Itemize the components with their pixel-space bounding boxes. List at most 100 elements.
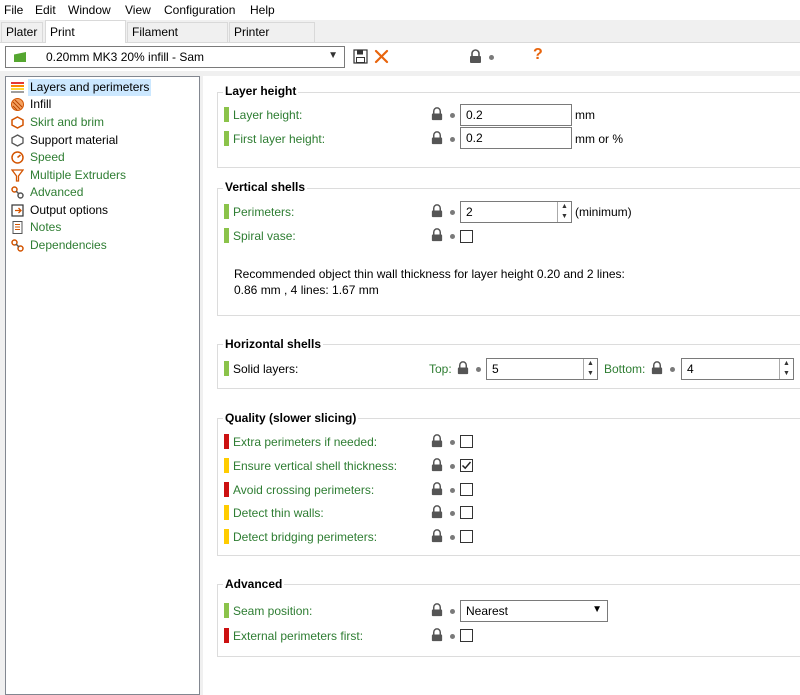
option-label-first-layer-height: First layer height: (233, 132, 326, 146)
wall-thickness-note-line2: 0.86 mm , 4 lines: 1.67 mm (234, 283, 379, 297)
menu-bar: File Edit Window View Configuration Help (0, 0, 800, 20)
spin-down-icon[interactable]: ▼ (558, 212, 571, 222)
menu-edit[interactable]: Edit (35, 3, 56, 17)
lock-icon[interactable] (430, 204, 444, 218)
extra-perimeters-checkbox[interactable] (460, 435, 473, 448)
nav-item-infill[interactable]: Infill (7, 96, 157, 113)
lock-icon[interactable] (430, 529, 444, 543)
bottom-label: Bottom: (604, 362, 646, 376)
nav-item-advanced[interactable]: Advanced (7, 184, 157, 201)
lock-icon[interactable] (430, 603, 444, 617)
perimeters-spinbox[interactable]: 2 ▲ ▼ (460, 201, 572, 223)
expert-mode-marker (224, 628, 229, 643)
tab-plater[interactable]: Plater (1, 22, 43, 43)
section-title: Advanced (223, 577, 285, 591)
output-icon (11, 204, 24, 217)
help-icon[interactable]: ? (533, 46, 543, 64)
detect-thin-walls-checkbox[interactable] (460, 506, 473, 519)
dot-icon (489, 55, 494, 60)
spin-down-icon[interactable]: ▼ (584, 369, 597, 379)
ensure-vertical-shell-checkbox[interactable] (460, 459, 473, 472)
dot-icon (670, 367, 675, 372)
save-icon[interactable] (353, 49, 368, 64)
lock-icon[interactable] (430, 458, 444, 472)
bottom-solid-layers-spinbox[interactable]: 4 ▲ ▼ (681, 358, 794, 380)
advanced-mode-marker (224, 505, 229, 520)
dot-icon (450, 535, 455, 540)
lock-icon[interactable] (430, 434, 444, 448)
menu-view[interactable]: View (125, 3, 151, 17)
nav-item-dependencies[interactable]: Dependencies (7, 237, 157, 254)
first-layer-height-input[interactable]: 0.2 (460, 127, 572, 149)
expert-mode-marker (224, 434, 229, 449)
preset-dropdown[interactable]: 0.20mm MK3 20% infill - Sam ▼ (5, 46, 345, 68)
wall-thickness-note-line1: Recommended object thin wall thickness f… (234, 267, 625, 281)
lock-icon[interactable] (650, 361, 664, 375)
layer-height-input[interactable]: 0.2 (460, 104, 572, 126)
external-perimeters-first-checkbox[interactable] (460, 629, 473, 642)
tab-print-settings[interactable]: Print Settings (45, 20, 126, 62)
nav-item-multiple-extruders[interactable]: Multiple Extruders (7, 167, 157, 184)
lock-icon[interactable] (430, 505, 444, 519)
preset-name: 0.20mm MK3 20% infill - Sam (46, 50, 205, 64)
simple-mode-marker (224, 204, 229, 219)
advanced-mode-marker (224, 529, 229, 544)
nav-item-speed[interactable]: Speed (7, 149, 157, 166)
spin-buttons[interactable]: ▲ ▼ (583, 359, 597, 379)
menu-window[interactable]: Window (68, 3, 111, 17)
lock-icon[interactable] (456, 361, 470, 375)
advanced-mode-marker (224, 458, 229, 473)
dot-icon (450, 234, 455, 239)
detect-bridging-checkbox[interactable] (460, 530, 473, 543)
spiral-vase-checkbox[interactable] (460, 230, 473, 243)
dot-icon (476, 367, 481, 372)
nav-item-notes[interactable]: Notes (7, 219, 157, 236)
lock-icon[interactable] (430, 628, 444, 642)
funnel-icon (11, 169, 24, 182)
option-label-avoid-crossing-perimeters: Avoid crossing perimeters: (233, 483, 375, 497)
dot-icon (450, 634, 455, 639)
menu-configuration[interactable]: Configuration (164, 3, 235, 17)
delete-icon[interactable] (374, 49, 389, 64)
tab-filament-settings[interactable]: Filament Settings (127, 22, 228, 58)
top-solid-layers-spinbox[interactable]: 5 ▲ ▼ (486, 358, 598, 380)
tab-printer-settings[interactable]: Printer Settings (229, 22, 315, 58)
seam-position-dropdown[interactable]: Nearest ▼ (460, 600, 608, 622)
spin-buttons[interactable]: ▲ ▼ (557, 202, 571, 222)
spin-up-icon[interactable]: ▲ (558, 202, 571, 212)
menu-help[interactable]: Help (250, 3, 275, 17)
nav-item-support-material[interactable]: Support material (7, 132, 157, 149)
section-title: Horizontal shells (223, 337, 324, 351)
simple-mode-marker (224, 228, 229, 243)
spin-buttons[interactable]: ▲ ▼ (779, 359, 793, 379)
dot-icon (450, 609, 455, 614)
simple-mode-marker (224, 107, 229, 122)
dot-icon (450, 210, 455, 215)
option-label-spiral-vase: Spiral vase: (233, 229, 296, 243)
menu-file[interactable]: File (4, 3, 23, 17)
chevron-down-icon: ▼ (328, 50, 338, 61)
lock-icon[interactable] (430, 107, 444, 121)
lock-icon[interactable] (430, 482, 444, 496)
top-label: Top: (429, 362, 452, 376)
perimeters-value: 2 (466, 205, 473, 219)
dependencies-icon (11, 239, 24, 252)
spin-up-icon[interactable]: ▲ (780, 359, 793, 369)
option-label-external-perimeters-first: External perimeters first: (233, 629, 364, 643)
nav-item-layers-and-perimeters[interactable]: Layers and perimeters (7, 79, 157, 96)
nav-item-output-options[interactable]: Output options (7, 202, 157, 219)
dot-icon (450, 488, 455, 493)
option-label-detect-bridging-perimeters: Detect bridging perimeters: (233, 530, 378, 544)
unit-label: (minimum) (575, 205, 632, 219)
option-label-layer-height: Layer height: (233, 108, 303, 122)
infill-icon (11, 98, 24, 111)
avoid-crossing-checkbox[interactable] (460, 483, 473, 496)
unit-label: mm (575, 108, 595, 122)
nav-item-skirt-and-brim[interactable]: Skirt and brim (7, 114, 157, 131)
spin-down-icon[interactable]: ▼ (780, 369, 793, 379)
lock-icon[interactable] (469, 49, 482, 64)
lock-icon[interactable] (430, 228, 444, 242)
lock-icon[interactable] (430, 131, 444, 145)
option-label-extra-perimeters: Extra perimeters if needed: (233, 435, 378, 449)
spin-up-icon[interactable]: ▲ (584, 359, 597, 369)
